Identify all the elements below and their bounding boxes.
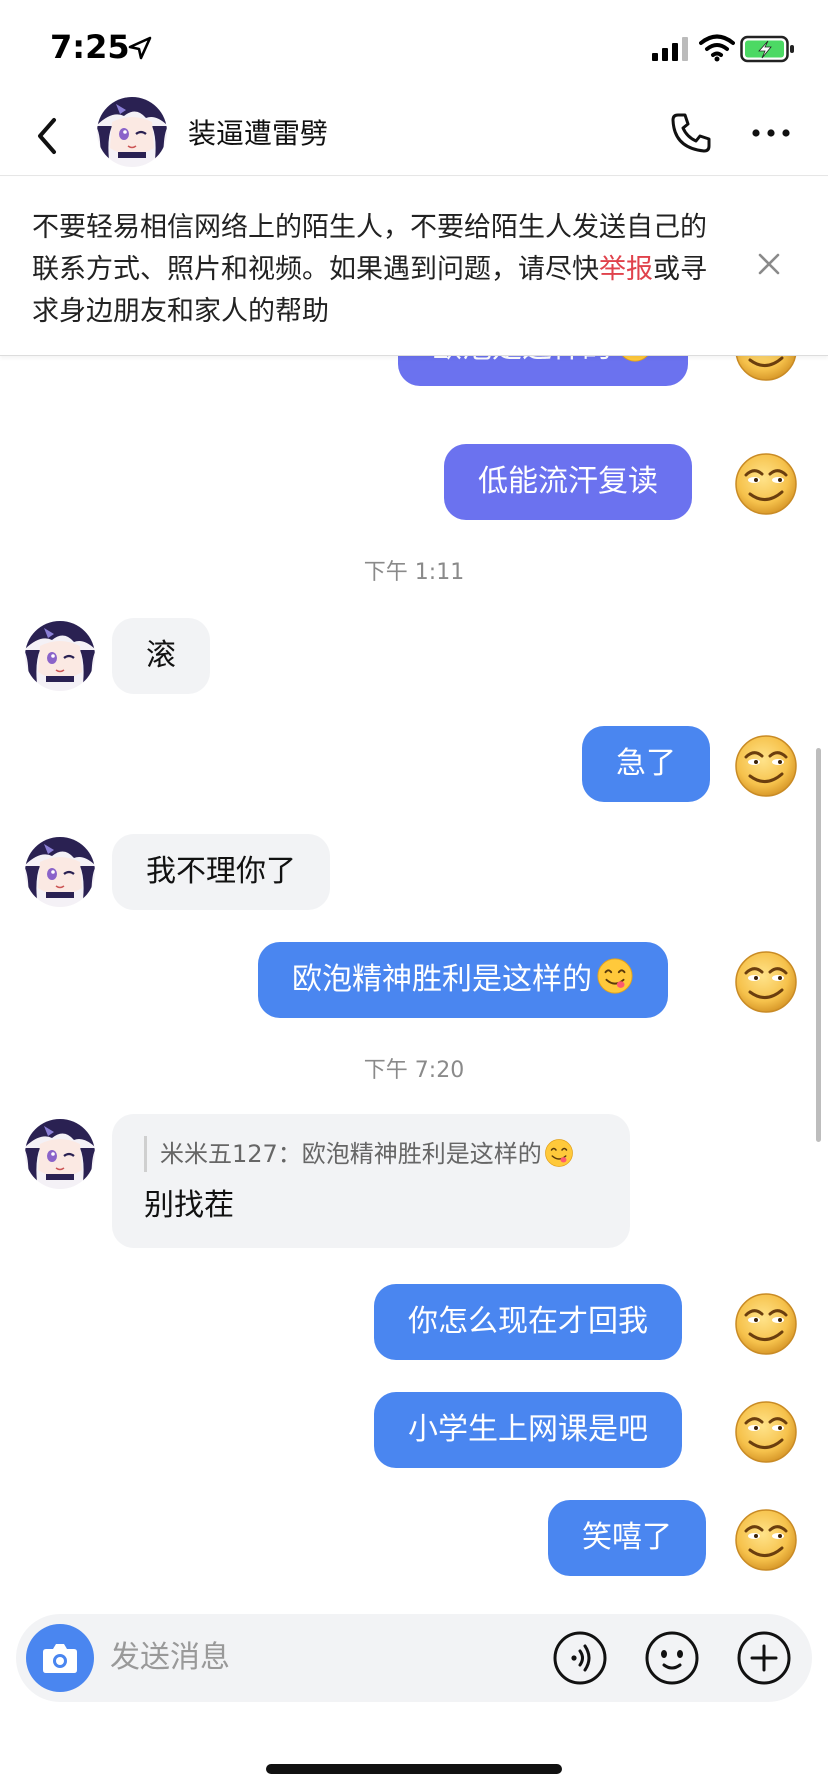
message-bubble-outgoing[interactable]: 小学生上网课是吧 xyxy=(374,1392,682,1468)
contact-avatar[interactable] xyxy=(24,1118,96,1190)
quoted-message[interactable]: 米米五127：欧泡精神胜利是这样的 xyxy=(160,1136,574,1172)
quoted-message-text: 米米五127：欧泡精神胜利是这样的 xyxy=(160,1140,542,1168)
yum-emoji-icon xyxy=(616,356,654,363)
wifi-icon xyxy=(699,34,735,62)
yum-emoji-icon xyxy=(544,1138,574,1168)
safety-warning-banner: 不要轻易相信网络上的陌生人，不要给陌生人发送自己的联系方式、照片和视频。如果遇到… xyxy=(0,177,828,356)
chat-scrollbar[interactable] xyxy=(816,748,821,1142)
message-bubble-outgoing[interactable]: 急了 xyxy=(582,726,710,802)
self-avatar[interactable] xyxy=(732,732,800,800)
message-bubble-outgoing[interactable]: 你怎么现在才回我 xyxy=(374,1284,682,1360)
message-bubble-incoming[interactable]: 我不理你了 xyxy=(112,834,330,910)
emoji-picker-icon[interactable] xyxy=(644,1630,700,1686)
message-text: 别找茬 xyxy=(144,1188,234,1223)
contact-name[interactable]: 装逼遭雷劈 xyxy=(188,112,328,152)
message-timestamp: 下午 7:20 xyxy=(363,1058,465,1083)
message-input-bar: 发送消息 xyxy=(16,1614,812,1702)
safety-warning-text: 不要轻易相信网络上的陌生人，不要给陌生人发送自己的联系方式、照片和视频。如果遇到… xyxy=(32,207,722,333)
camera-button[interactable] xyxy=(26,1624,94,1692)
battery-charging-icon xyxy=(740,35,794,63)
self-avatar[interactable] xyxy=(732,948,800,1016)
message-input[interactable]: 发送消息 xyxy=(110,1636,230,1680)
message-bubble-incoming[interactable]: 滚 xyxy=(112,618,210,694)
plus-icon[interactable] xyxy=(736,1630,792,1686)
camera-icon xyxy=(43,1644,77,1673)
message-bubble-outgoing[interactable]: 低能流汗复读 xyxy=(444,444,692,520)
status-bar: 7:25 xyxy=(0,0,828,96)
home-indicator[interactable] xyxy=(266,1764,562,1774)
chat-header: 装逼遭雷劈 xyxy=(0,96,828,176)
message-bubble-outgoing[interactable]: 欧泡精神胜利是这样的 xyxy=(258,942,668,1018)
message-bubble-reply[interactable]: 米米五127：欧泡精神胜利是这样的 别找茬 xyxy=(112,1114,630,1248)
self-avatar[interactable] xyxy=(732,356,800,384)
self-avatar[interactable] xyxy=(732,1290,800,1358)
quote-bar xyxy=(144,1136,147,1172)
message-text: 欧泡精神胜利是这样的 xyxy=(292,962,592,997)
close-icon[interactable] xyxy=(752,247,786,281)
message-timestamp: 下午 1:11 xyxy=(363,560,465,585)
yum-emoji-icon xyxy=(596,957,634,995)
self-avatar[interactable] xyxy=(732,450,800,518)
voice-input-icon[interactable] xyxy=(552,1630,608,1686)
phone-call-icon[interactable] xyxy=(668,110,714,156)
contact-avatar[interactable] xyxy=(24,836,96,908)
report-link[interactable]: 举报 xyxy=(599,254,653,285)
contact-avatar[interactable] xyxy=(96,96,168,168)
message-list[interactable]: 欧泡是这样的 低能流汗复读 下午 1:11 滚 急了 我不理你了 欧泡精神胜利是… xyxy=(0,356,828,1616)
message-bubble-outgoing[interactable]: 笑嘻了 xyxy=(548,1500,706,1576)
message-text: 欧泡是这样的 xyxy=(432,356,612,365)
self-avatar[interactable] xyxy=(732,1506,800,1574)
location-arrow-icon xyxy=(128,36,152,60)
back-chevron-icon[interactable] xyxy=(28,112,68,160)
message-bubble-outgoing[interactable]: 欧泡是这样的 xyxy=(398,356,688,386)
contact-avatar[interactable] xyxy=(24,620,96,692)
cellular-signal-icon xyxy=(652,37,688,61)
status-time: 7:25 xyxy=(50,28,130,66)
more-options-icon[interactable] xyxy=(750,118,792,148)
self-avatar[interactable] xyxy=(732,1398,800,1466)
